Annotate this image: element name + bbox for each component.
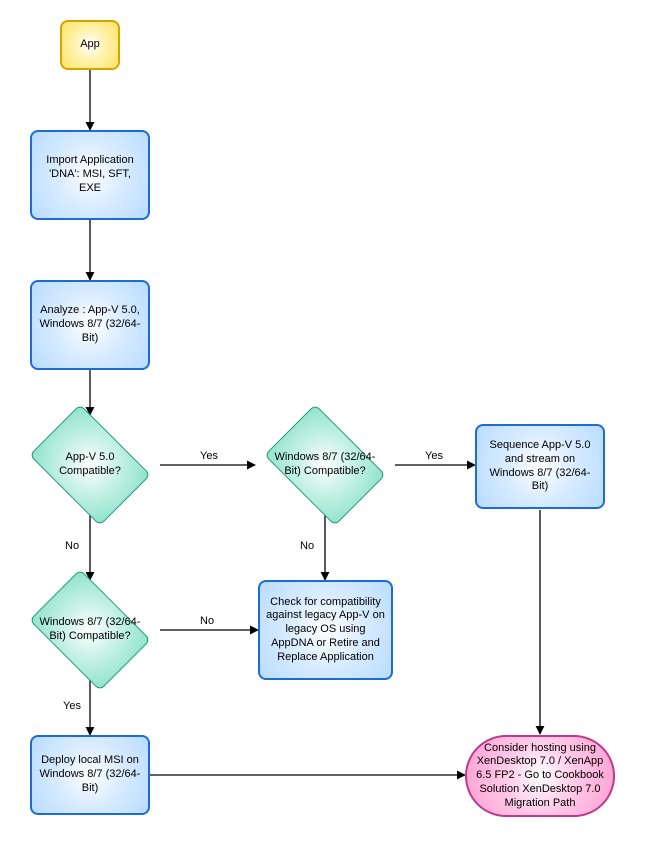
edge-label-no: No: [65, 540, 79, 552]
terminal-consider-hosting: Consider hosting using XenDesktop 7.0 / …: [465, 735, 615, 817]
decision-windows-compatible-2: Windows 8/7 (32/64-Bit) Compatible?: [20, 580, 160, 680]
process-label: Check for compatibility against legacy A…: [266, 596, 385, 665]
start-label: App: [80, 38, 100, 52]
edge-label-yes: Yes: [200, 450, 218, 462]
decision-label: Windows 8/7 (32/64-Bit) Compatible?: [270, 451, 380, 479]
process-import-dna: Import Application 'DNA': MSI, SFT, EXE: [30, 130, 150, 220]
terminal-label: Consider hosting using XenDesktop 7.0 / …: [473, 742, 607, 811]
decision-appv-compatible: App-V 5.0 Compatible?: [20, 415, 160, 515]
decision-windows-compatible-1: Windows 8/7 (32/64-Bit) Compatible?: [255, 415, 395, 515]
process-analyze: Analyze : App-V 5.0, Windows 8/7 (32/64-…: [30, 280, 150, 370]
edge-label-no: No: [200, 615, 214, 627]
process-label: Sequence App-V 5.0 and stream on Windows…: [483, 439, 597, 494]
edge-label-no: No: [300, 540, 314, 552]
process-label: Analyze : App-V 5.0, Windows 8/7 (32/64-…: [38, 304, 142, 345]
decision-label: App-V 5.0 Compatible?: [35, 451, 145, 479]
process-label: Deploy local MSI on Windows 8/7 (32/64-B…: [38, 754, 142, 795]
flowchart-canvas: App Import Application 'DNA': MSI, SFT, …: [0, 0, 645, 847]
process-label: Import Application 'DNA': MSI, SFT, EXE: [38, 154, 142, 195]
edge-label-yes: Yes: [63, 700, 81, 712]
process-deploy-msi: Deploy local MSI on Windows 8/7 (32/64-B…: [30, 735, 150, 815]
edge-label-yes: Yes: [425, 450, 443, 462]
process-check-compatibility: Check for compatibility against legacy A…: [258, 580, 393, 680]
start-node-app: App: [60, 20, 120, 70]
process-sequence-appv: Sequence App-V 5.0 and stream on Windows…: [475, 424, 605, 509]
decision-label: Windows 8/7 (32/64-Bit) Compatible?: [35, 616, 145, 644]
